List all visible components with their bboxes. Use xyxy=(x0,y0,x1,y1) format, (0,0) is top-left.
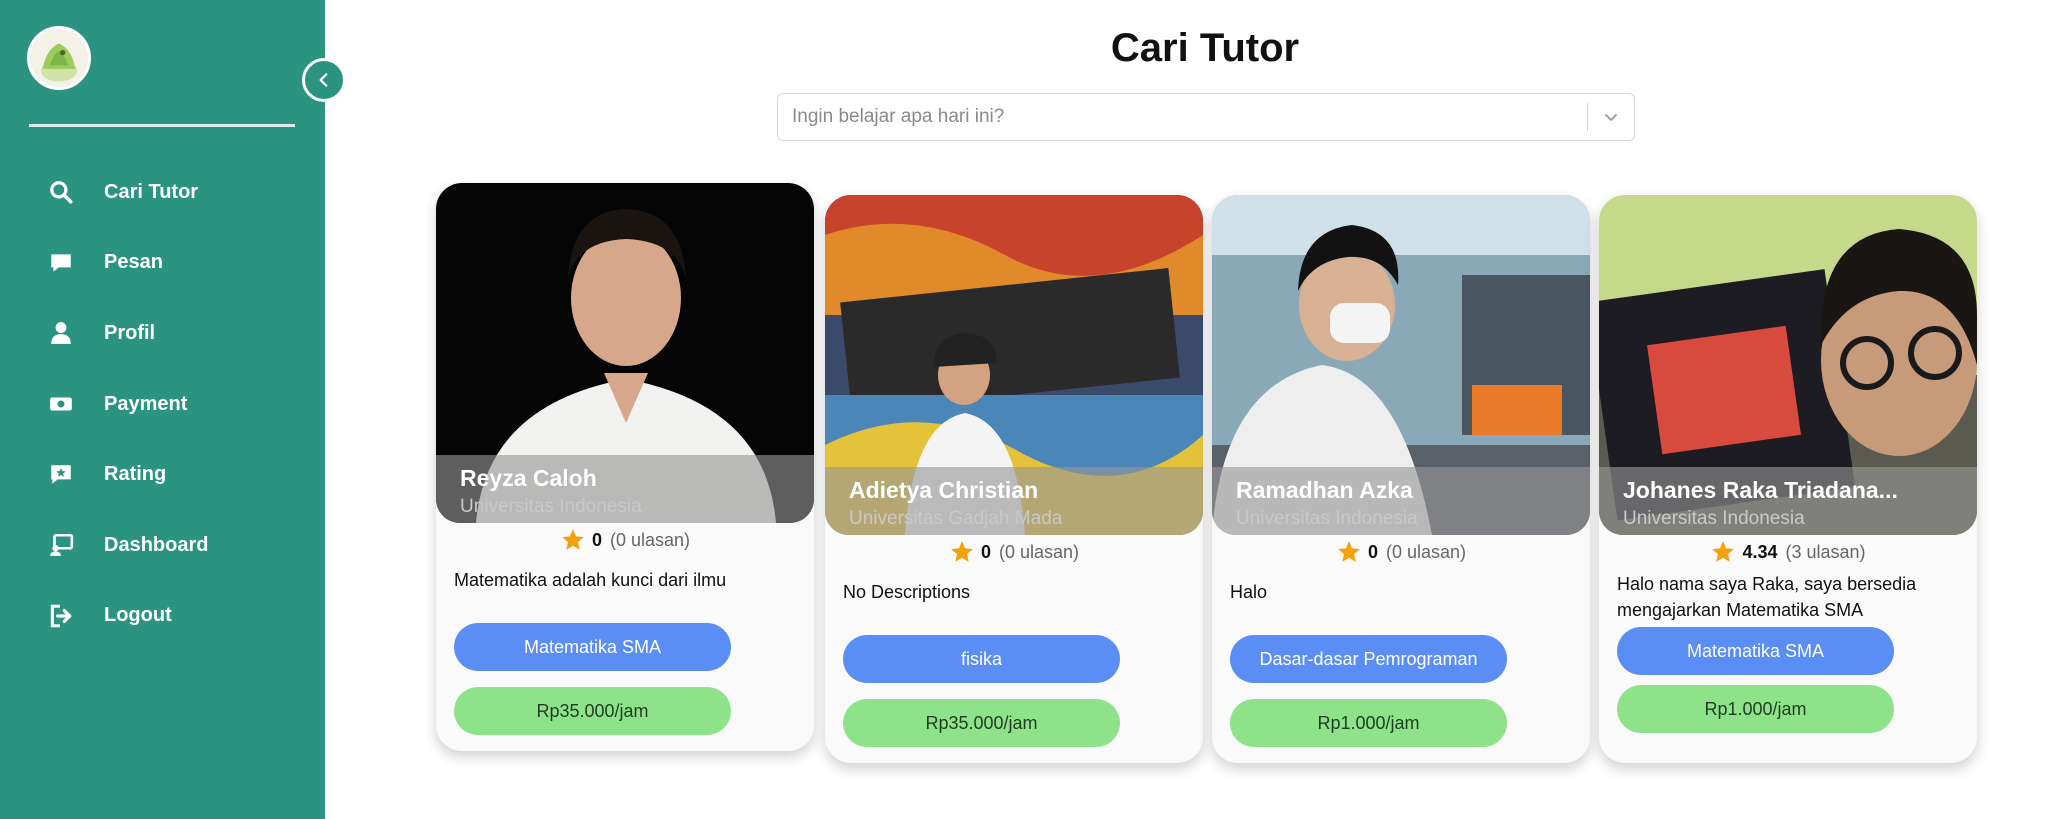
star-icon xyxy=(1338,541,1360,562)
sidebar-menu: Cari Tutor Pesan Profil Payment Rating D… xyxy=(0,157,325,651)
tutor-rating: 0 (0 ulasan) xyxy=(436,523,814,557)
tutor-rating: 4.34 (3 ulasan) xyxy=(1599,535,1977,569)
tutor-name: Johanes Raka Triadana... xyxy=(1623,477,1898,503)
tutor-rating: 0 (0 ulasan) xyxy=(1212,535,1590,569)
tutor-description: Halo nama saya Raka, saya bersedia menga… xyxy=(1617,574,1917,620)
tutor-name: Adietya Christian xyxy=(849,477,1039,503)
app-logo xyxy=(27,26,91,90)
sidebar-item-pesan[interactable]: Pesan xyxy=(0,228,325,299)
star-icon xyxy=(562,529,584,550)
payment-icon xyxy=(46,389,76,419)
tutor-name: Ramadhan Azka xyxy=(1236,477,1413,503)
sidebar-item-profil[interactable]: Profil xyxy=(0,298,325,369)
sidebar-item-label: Profil xyxy=(104,321,156,344)
search-icon xyxy=(46,177,76,207)
sidebar-item-label: Logout xyxy=(104,604,172,627)
review-count: (0 ulasan) xyxy=(1385,541,1467,562)
sidebar: Cari Tutor Pesan Profil Payment Rating D… xyxy=(0,0,346,819)
tutor-info-overlay: Adietya Christian Universitas Gadjah Mad… xyxy=(825,467,1203,535)
tutor-description: No Descriptions xyxy=(843,582,971,602)
sidebar-item-label: Cari Tutor xyxy=(104,180,199,203)
page-title: Cari Tutor xyxy=(1110,26,1300,70)
rating-score: 0 xyxy=(591,529,602,550)
price-button[interactable]: Rp35.000/jam xyxy=(454,687,731,735)
tutor-university: Universitas Indonesia xyxy=(1236,508,1418,529)
tutor-photo: Adietya Christian Universitas Gadjah Mad… xyxy=(825,195,1203,535)
sidebar-item-label: Dashboard xyxy=(104,533,209,556)
chat-icon xyxy=(46,248,76,278)
review-count: (3 ulasan) xyxy=(1785,541,1866,562)
tutor-university: Universitas Gadjah Mada xyxy=(849,508,1063,529)
price-button[interactable]: Rp1.000/jam xyxy=(1617,685,1894,733)
sidebar-item-logout[interactable]: Logout xyxy=(0,581,325,652)
tutor-photo: Reyza Caloh Universitas Indonesia xyxy=(436,183,814,523)
tutor-info-overlay: Ramadhan Azka Universitas Indonesia xyxy=(1212,467,1590,535)
price-button[interactable]: Rp35.000/jam xyxy=(843,699,1120,747)
rating-score: 0 xyxy=(980,541,991,562)
star-icon xyxy=(951,541,973,562)
tutor-university: Universitas Indonesia xyxy=(1623,508,1805,529)
sidebar-item-rating[interactable]: Rating xyxy=(0,439,325,510)
rating-score: 0 xyxy=(1367,541,1378,562)
sidebar-item-label: Pesan xyxy=(104,251,163,274)
tutor-description: Matematika adalah kunci dari ilmu xyxy=(454,570,727,590)
tutor-rating: 0 (0 ulasan) xyxy=(825,535,1203,569)
review-count: (0 ulasan) xyxy=(998,541,1080,562)
tutor-name: Reyza Caloh xyxy=(460,465,597,491)
collapse-sidebar-button[interactable] xyxy=(302,58,346,102)
star-icon xyxy=(1712,541,1735,562)
subject-button[interactable]: Matematika SMA xyxy=(1617,627,1894,675)
price-button[interactable]: Rp1.000/jam xyxy=(1230,699,1507,747)
tutor-info-overlay: Johanes Raka Triadana... Universitas Ind… xyxy=(1599,467,1977,535)
chevron-down-icon xyxy=(1605,114,1617,121)
sidebar-item-payment[interactable]: Payment xyxy=(0,369,325,440)
tutor-info-overlay: Reyza Caloh Universitas Indonesia xyxy=(436,455,814,523)
rating-score: 4.34 xyxy=(1742,541,1778,562)
tutor-card[interactable]: Reyza Caloh Universitas Indonesia 0 (0 u… xyxy=(436,183,814,751)
sidebar-item-cari-tutor[interactable]: Cari Tutor xyxy=(0,157,325,228)
sidebar-item-label: Payment xyxy=(104,392,188,415)
sidebar-divider xyxy=(29,124,295,127)
tutor-description: Halo xyxy=(1230,582,1268,602)
review-count: (0 ulasan) xyxy=(609,529,691,550)
subject-button[interactable]: fisika xyxy=(843,635,1120,683)
sidebar-item-label: Rating xyxy=(104,463,167,486)
chevron-left-icon xyxy=(319,73,328,87)
search-dropdown-toggle[interactable] xyxy=(1588,94,1634,140)
logout-icon xyxy=(46,601,76,631)
tutor-photo: Ramadhan Azka Universitas Indonesia xyxy=(1212,195,1590,535)
dashboard-icon xyxy=(46,530,76,560)
search-bar xyxy=(777,93,1635,141)
tutor-card[interactable]: Johanes Raka Triadana... Universitas Ind… xyxy=(1599,195,1977,763)
tutor-card[interactable]: Adietya Christian Universitas Gadjah Mad… xyxy=(825,195,1203,763)
sidebar-item-dashboard[interactable]: Dashboard xyxy=(0,510,325,581)
search-input[interactable] xyxy=(778,94,1587,140)
subject-button[interactable]: Matematika SMA xyxy=(454,623,731,671)
tutor-card[interactable]: Ramadhan Azka Universitas Indonesia 0 (0… xyxy=(1212,195,1590,763)
tutor-photo: Johanes Raka Triadana... Universitas Ind… xyxy=(1599,195,1977,535)
user-icon xyxy=(46,318,76,348)
tutor-university: Universitas Indonesia xyxy=(460,496,642,517)
rating-icon xyxy=(46,460,76,490)
subject-button[interactable]: Dasar-dasar Pemrograman xyxy=(1230,635,1507,683)
